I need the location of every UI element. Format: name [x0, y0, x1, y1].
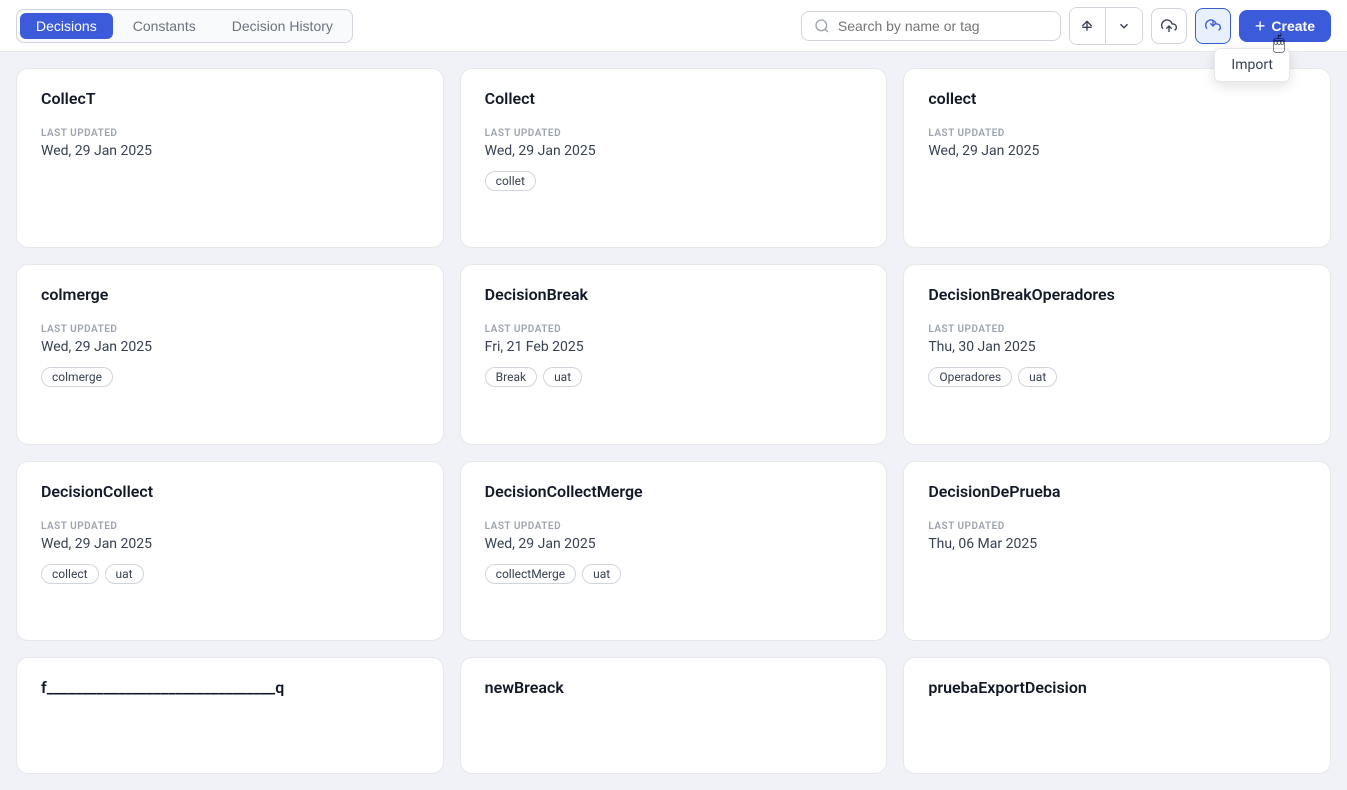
card-tags: Operadores uat	[928, 367, 1306, 387]
card-date: Wed, 29 Jan 2025	[928, 143, 1306, 159]
card-collect-lower[interactable]: collect LAST UPDATED Wed, 29 Jan 2025	[903, 68, 1331, 248]
tag: collet	[485, 171, 536, 191]
card-new-breack[interactable]: newBreack	[460, 657, 888, 774]
search-input[interactable]	[838, 18, 1048, 34]
search-box	[801, 11, 1061, 41]
card-decision-collect-merge[interactable]: DecisionCollectMerge LAST UPDATED Wed, 2…	[460, 461, 888, 641]
card-tags: collet	[485, 171, 863, 191]
create-plus-icon: +	[1255, 17, 1266, 35]
tag: uat	[543, 367, 582, 387]
card-meta-label: LAST UPDATED	[928, 521, 1306, 532]
card-title: collect	[928, 89, 1306, 108]
import-button[interactable]	[1195, 8, 1231, 44]
tab-constants[interactable]: Constants	[117, 13, 212, 39]
card-prueba-export[interactable]: pruebaExportDecision	[903, 657, 1331, 774]
upload-button[interactable]	[1151, 8, 1187, 44]
nav-tabs: Decisions Constants Decision History	[16, 9, 353, 43]
sort-icon	[1079, 18, 1095, 34]
card-date: Wed, 29 Jan 2025	[41, 339, 419, 355]
sort-group	[1069, 7, 1143, 45]
tag: uat	[1018, 367, 1057, 387]
card-title: pruebaExportDecision	[928, 678, 1306, 697]
card-title: DecisionCollectMerge	[485, 482, 863, 501]
card-collectt[interactable]: CollecT LAST UPDATED Wed, 29 Jan 2025	[16, 68, 444, 248]
card-tags: collect uat	[41, 564, 419, 584]
card-meta-label: LAST UPDATED	[485, 521, 863, 532]
card-meta-label: LAST UPDATED	[41, 128, 419, 139]
card-title: newBreack	[485, 678, 863, 697]
card-title: DecisionCollect	[41, 482, 419, 501]
chevron-down-icon	[1117, 19, 1131, 33]
card-meta-label: LAST UPDATED	[928, 128, 1306, 139]
card-meta-label: LAST UPDATED	[41, 521, 419, 532]
card-tags: collectMerge uat	[485, 564, 863, 584]
card-title: f________________________________q	[41, 678, 419, 697]
card-title: CollecT	[41, 89, 419, 108]
tab-decision-history[interactable]: Decision History	[216, 13, 349, 39]
card-decision-break-operadores[interactable]: DecisionBreakOperadores LAST UPDATED Thu…	[903, 264, 1331, 444]
card-date: Thu, 30 Jan 2025	[928, 339, 1306, 355]
tab-decisions[interactable]: Decisions	[20, 13, 113, 39]
card-title: DecisionDePrueba	[928, 482, 1306, 501]
card-tags: colmerge	[41, 367, 419, 387]
card-date: Wed, 29 Jan 2025	[41, 143, 419, 159]
create-button[interactable]: + Create	[1239, 10, 1331, 42]
tag: colmerge	[41, 367, 113, 387]
tag: Break	[485, 367, 537, 387]
card-title: DecisionBreak	[485, 285, 863, 304]
card-meta-label: LAST UPDATED	[928, 324, 1306, 335]
card-date: Fri, 21 Feb 2025	[485, 339, 863, 355]
card-meta-label: LAST UPDATED	[41, 324, 419, 335]
card-title: colmerge	[41, 285, 419, 304]
card-colmerge[interactable]: colmerge LAST UPDATED Wed, 29 Jan 2025 c…	[16, 264, 444, 444]
tag: collectMerge	[485, 564, 576, 584]
sort-button[interactable]	[1070, 8, 1106, 44]
card-decision-collect[interactable]: DecisionCollect LAST UPDATED Wed, 29 Jan…	[16, 461, 444, 641]
card-date: Wed, 29 Jan 2025	[485, 143, 863, 159]
tag: Operadores	[928, 367, 1012, 387]
card-title: Collect	[485, 89, 863, 108]
sort-chevron-button[interactable]	[1106, 8, 1142, 44]
card-meta-label: LAST UPDATED	[485, 324, 863, 335]
upload-icon	[1161, 18, 1177, 34]
tag: collect	[41, 564, 99, 584]
card-date: Thu, 06 Mar 2025	[928, 536, 1306, 552]
card-decision-break[interactable]: DecisionBreak LAST UPDATED Fri, 21 Feb 2…	[460, 264, 888, 444]
import-tooltip: Import	[1214, 48, 1290, 82]
card-tags: Break uat	[485, 367, 863, 387]
import-icon	[1205, 18, 1221, 34]
tag: uat	[582, 564, 621, 584]
cards-grid: CollecT LAST UPDATED Wed, 29 Jan 2025 Co…	[0, 52, 1347, 790]
card-title: DecisionBreakOperadores	[928, 285, 1306, 304]
card-decision-de-prueba[interactable]: DecisionDePrueba LAST UPDATED Thu, 06 Ma…	[903, 461, 1331, 641]
create-label: Create	[1271, 18, 1315, 34]
card-collect[interactable]: Collect LAST UPDATED Wed, 29 Jan 2025 co…	[460, 68, 888, 248]
card-date: Wed, 29 Jan 2025	[41, 536, 419, 552]
card-meta-label: LAST UPDATED	[485, 128, 863, 139]
card-date: Wed, 29 Jan 2025	[485, 536, 863, 552]
tag: uat	[105, 564, 144, 584]
search-icon	[814, 18, 830, 34]
main-header: Decisions Constants Decision History	[0, 0, 1347, 52]
card-f-underscore[interactable]: f________________________________q	[16, 657, 444, 774]
